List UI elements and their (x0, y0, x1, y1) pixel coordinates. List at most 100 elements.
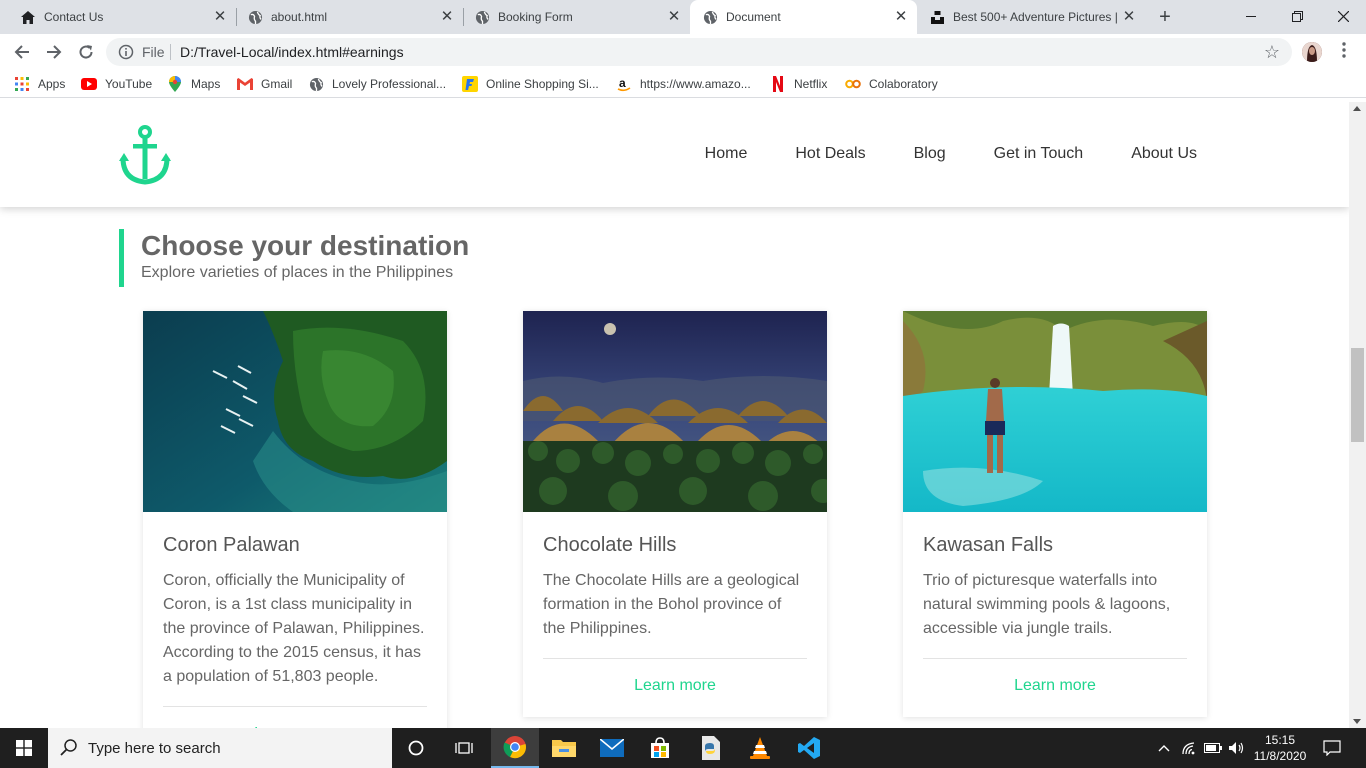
flipkart-icon (462, 76, 478, 92)
url-text[interactable]: D:/Travel-Local/index.html#earnings (180, 44, 404, 60)
task-view-button[interactable] (440, 728, 488, 768)
task-view-icon (455, 742, 473, 754)
scrollbar-thumb[interactable] (1351, 348, 1364, 442)
windows-logo-icon (16, 740, 32, 756)
omnibox-divider (170, 44, 171, 60)
card-description: Coron, officially the Municipality of Co… (163, 572, 425, 685)
close-tab-icon[interactable]: ✕ (893, 9, 909, 25)
tab-about[interactable]: about.html ✕ (227, 0, 463, 34)
taskbar-python[interactable] (686, 728, 734, 768)
card-title: Chocolate Hills (543, 534, 677, 556)
info-icon[interactable] (118, 44, 134, 60)
amazon-icon: a (616, 76, 632, 92)
new-tab-button[interactable]: + (1154, 6, 1176, 28)
volume-icon[interactable] (1228, 728, 1246, 768)
section-title: Choose your destination (141, 230, 470, 261)
profile-avatar[interactable] (1302, 42, 1322, 62)
nav-get-in-touch[interactable]: Get in Touch (994, 145, 1084, 163)
card-description: The Chocolate Hills are a geological for… (543, 572, 800, 637)
cortana-circle-icon (408, 740, 424, 756)
reload-button[interactable] (74, 40, 98, 64)
bookmark-online-shopping[interactable]: Online Shopping Si... (462, 76, 599, 92)
bookmark-apps[interactable]: Apps (14, 76, 65, 92)
scheme-label: File (142, 44, 165, 60)
section-heading: Choose your destination Explore varietie… (119, 229, 469, 287)
learn-more-link[interactable]: Learn more (923, 659, 1187, 717)
apps-grid-icon (14, 76, 30, 92)
taskbar-file-explorer[interactable] (540, 728, 588, 768)
arrow-right-icon (47, 45, 62, 59)
bookmark-star-icon[interactable]: ☆ (1262, 42, 1282, 62)
store-bag-icon (651, 737, 669, 758)
bookmark-colaboratory[interactable]: Colaboratory (845, 76, 938, 92)
scroll-up-arrow-icon[interactable] (1353, 106, 1361, 111)
maps-pin-icon (167, 76, 183, 92)
learn-more-link[interactable]: Learn more (543, 659, 807, 717)
close-window-button[interactable] (1320, 0, 1366, 32)
vscode-icon (798, 737, 820, 759)
cortana-button[interactable] (392, 728, 440, 768)
netflix-icon (770, 76, 786, 92)
taskbar-mail[interactable] (588, 728, 636, 768)
destination-card-chocolate-hills: Chocolate Hills The Chocolate Hills are … (523, 311, 827, 717)
bookmark-lovely-professional[interactable]: Lovely Professional... (308, 76, 446, 92)
tab-document[interactable]: Document ✕ (690, 0, 917, 34)
close-tab-icon[interactable]: ✕ (212, 9, 228, 25)
tab-adventure-pictures[interactable]: Best 500+ Adventure Pictures | ✕ (917, 0, 1145, 34)
notifications-icon[interactable] (1322, 728, 1342, 768)
anchor-logo-icon[interactable] (119, 125, 171, 185)
page-viewport: Home Hot Deals Blog Get in Touch About U… (0, 102, 1349, 728)
folder-icon (552, 740, 576, 757)
colab-icon (845, 76, 861, 92)
vlc-cone-icon (750, 737, 770, 759)
wifi-icon[interactable] (1182, 728, 1198, 768)
taskbar-store[interactable] (636, 728, 684, 768)
tab-strip: Contact Us ✕ about.html ✕ Booking Form ✕… (0, 0, 1366, 34)
chocolate-hills-image (523, 311, 827, 512)
bookmark-netflix[interactable]: Netflix (770, 76, 827, 92)
clock-date: 11/8/2020 (1253, 749, 1307, 763)
card-title: Coron Palawan (163, 534, 300, 556)
clock-time: 15:15 (1264, 733, 1296, 747)
nav-blog[interactable]: Blog (914, 145, 946, 163)
tab-booking-form[interactable]: Booking Form ✕ (454, 0, 690, 34)
bookmark-youtube[interactable]: YouTube (81, 76, 152, 92)
search-icon (60, 738, 80, 758)
tab-contact-us[interactable]: Contact Us ✕ (0, 0, 236, 34)
nav-about-us[interactable]: About Us (1131, 145, 1197, 163)
nav-home[interactable]: Home (705, 145, 748, 163)
page-scrollbar[interactable] (1349, 102, 1366, 728)
scroll-down-arrow-icon[interactable] (1353, 719, 1361, 724)
destination-card-coron: Coron Palawan Coron, officially the Muni… (143, 311, 447, 728)
address-bar[interactable]: File D:/Travel-Local/index.html#earnings… (106, 38, 1292, 66)
menu-kebab-icon[interactable] (1334, 42, 1354, 62)
close-tab-icon[interactable]: ✕ (439, 9, 455, 25)
minimize-button[interactable] (1228, 0, 1274, 32)
globe-icon (702, 9, 718, 25)
bookmark-maps[interactable]: Maps (167, 76, 220, 92)
bookmark-amazon[interactable]: a https://www.amazo... (616, 76, 751, 92)
taskbar-chrome[interactable] (491, 728, 539, 768)
show-hidden-icons-chevron-icon[interactable] (1156, 728, 1172, 768)
battery-icon[interactable] (1204, 728, 1222, 768)
windows-taskbar: Type here to search 15:15 11/8/2020 (0, 728, 1366, 768)
destination-card-kawasan-falls: Kawasan Falls Trio of picturesque waterf… (903, 311, 1207, 717)
nav-hot-deals[interactable]: Hot Deals (795, 145, 865, 163)
windows-start-button[interactable] (0, 728, 48, 768)
learn-more-link[interactable]: Learn more (163, 707, 427, 728)
forward-button[interactable] (42, 40, 66, 64)
bookmark-gmail[interactable]: Gmail (237, 76, 292, 92)
youtube-icon (81, 76, 97, 92)
taskbar-search-box[interactable]: Type here to search (48, 728, 392, 768)
restore-button[interactable] (1274, 0, 1320, 32)
unsplash-icon (929, 9, 945, 25)
taskbar-vscode[interactable] (785, 728, 833, 768)
back-button[interactable] (10, 40, 34, 64)
taskbar-vlc[interactable] (736, 728, 784, 768)
close-tab-icon[interactable]: ✕ (666, 9, 682, 25)
card-description: Trio of picturesque waterfalls into natu… (923, 572, 1171, 637)
bookmarks-bar: Apps YouTube Maps Gmail Lovely Professio… (0, 70, 1366, 98)
close-tab-icon[interactable]: ✕ (1121, 9, 1137, 25)
kawasan-falls-image (903, 311, 1207, 512)
system-clock[interactable]: 15:15 11/8/2020 (1248, 732, 1312, 764)
